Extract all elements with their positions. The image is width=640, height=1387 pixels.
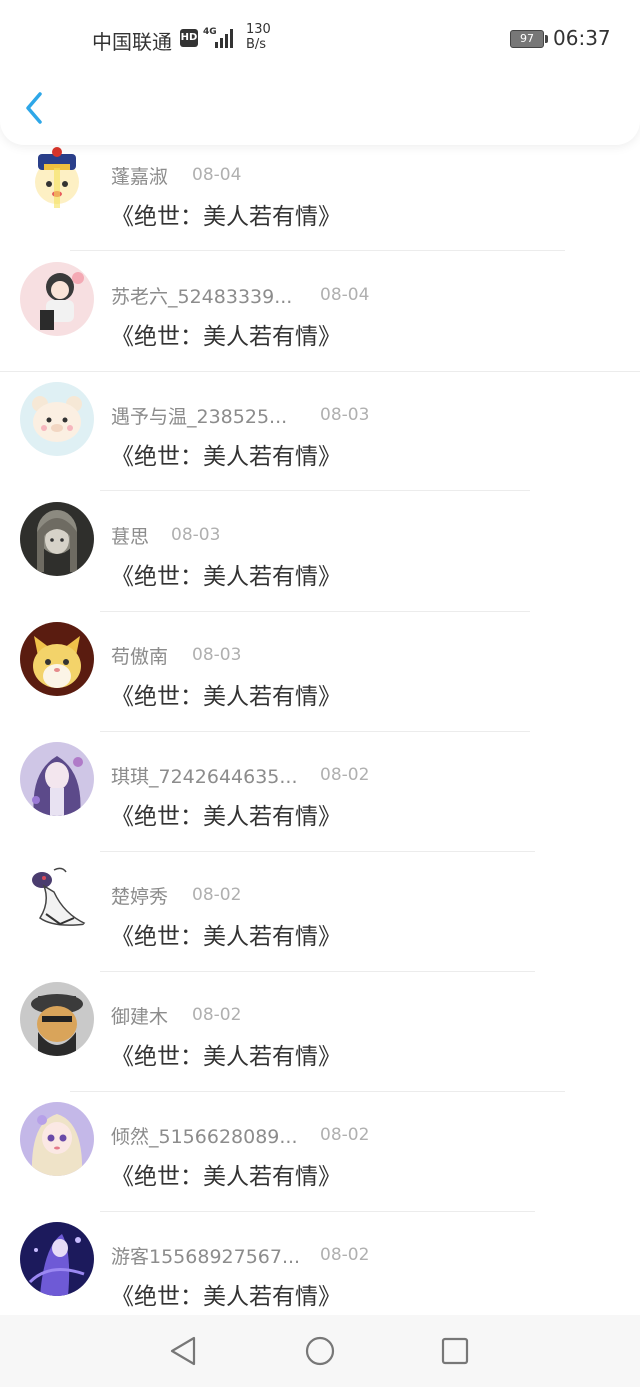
avatar[interactable] bbox=[20, 622, 94, 696]
list-item[interactable]: 葚思 08-03 《绝世：美人若有情》 bbox=[0, 502, 640, 625]
speed-unit: B/s bbox=[246, 37, 267, 52]
avatar[interactable] bbox=[20, 1102, 94, 1176]
avatar-image bbox=[20, 982, 94, 1056]
message-text: 《绝世：美人若有情》 bbox=[111, 324, 341, 350]
avatar-image bbox=[20, 742, 94, 816]
avatar-image bbox=[20, 622, 94, 696]
message-text: 《绝世：美人若有情》 bbox=[111, 1164, 341, 1190]
avatar-image bbox=[20, 502, 94, 576]
message-text: 《绝世：美人若有情》 bbox=[111, 1284, 341, 1310]
username: 遇予与温_238525... bbox=[111, 406, 288, 428]
date: 08-03 bbox=[192, 645, 242, 665]
list-item[interactable]: 遇予与温_238525... 08-03 《绝世：美人若有情》 bbox=[0, 382, 640, 505]
username: 苟傲南 bbox=[111, 646, 169, 668]
carrier-label: 中国联通 bbox=[92, 30, 172, 54]
list-item[interactable]: 楚婷秀 08-02 《绝世：美人若有情》 bbox=[0, 862, 640, 985]
username: 蓬嘉淑 bbox=[111, 166, 169, 188]
date: 08-02 bbox=[320, 1125, 370, 1145]
username: 苏老六_52483339... bbox=[111, 286, 293, 308]
divider bbox=[100, 611, 530, 612]
divider bbox=[70, 1091, 565, 1092]
clock: 06:37 bbox=[553, 26, 611, 50]
avatar-image bbox=[20, 1102, 94, 1176]
speed-value: 130 bbox=[246, 22, 271, 37]
list-item[interactable]: 倾然_5156628089... 08-02 《绝世：美人若有情》 bbox=[0, 1102, 640, 1225]
username: 倾然_5156628089... bbox=[111, 1126, 298, 1148]
square-recents-icon[interactable] bbox=[437, 1333, 473, 1369]
battery-level: 97 bbox=[520, 32, 534, 45]
message-text: 《绝世：美人若有情》 bbox=[111, 204, 341, 230]
comment-list: 蓬嘉淑 08-04 《绝世：美人若有情》 苏老六_52483339... 08-… bbox=[0, 142, 640, 1345]
date: 08-02 bbox=[192, 1005, 242, 1025]
list-item[interactable]: 御建木 08-02 《绝世：美人若有情》 bbox=[0, 982, 640, 1105]
username: 楚婷秀 bbox=[111, 886, 169, 908]
divider bbox=[100, 731, 530, 732]
avatar-image bbox=[20, 1222, 94, 1296]
network-speed: 130 B/s bbox=[246, 22, 271, 52]
divider bbox=[100, 490, 530, 491]
avatar[interactable] bbox=[20, 1222, 94, 1296]
avatar-image bbox=[20, 382, 94, 456]
message-text: 《绝世：美人若有情》 bbox=[111, 444, 341, 470]
network-type-label: 4G bbox=[203, 27, 217, 37]
avatar-image bbox=[20, 142, 94, 216]
avatar[interactable] bbox=[20, 382, 94, 456]
divider bbox=[0, 371, 640, 372]
signal-icon: 4G bbox=[203, 27, 233, 48]
avatar[interactable] bbox=[20, 502, 94, 576]
date: 08-02 bbox=[320, 1245, 370, 1265]
date: 08-02 bbox=[320, 765, 370, 785]
avatar-image bbox=[20, 862, 94, 936]
message-text: 《绝世：美人若有情》 bbox=[111, 684, 341, 710]
avatar[interactable] bbox=[20, 742, 94, 816]
message-text: 《绝世：美人若有情》 bbox=[111, 1044, 341, 1070]
back-button[interactable] bbox=[20, 90, 50, 126]
username: 御建木 bbox=[111, 1006, 169, 1028]
date: 08-03 bbox=[171, 525, 221, 545]
message-text: 《绝世：美人若有情》 bbox=[111, 924, 341, 950]
status-bar: 中国联通 HD 4G 130 B/s 97 06:37 bbox=[0, 22, 640, 58]
divider bbox=[100, 851, 535, 852]
divider bbox=[100, 971, 535, 972]
message-text: 《绝世：美人若有情》 bbox=[111, 804, 341, 830]
list-item[interactable]: 苏老六_52483339... 08-04 《绝世：美人若有情》 bbox=[0, 262, 640, 385]
system-nav-bar bbox=[0, 1315, 640, 1387]
avatar-image bbox=[20, 262, 94, 336]
list-item[interactable]: 苟傲南 08-03 《绝世：美人若有情》 bbox=[0, 622, 640, 745]
divider bbox=[100, 1211, 535, 1212]
circle-home-icon[interactable] bbox=[302, 1333, 338, 1369]
divider bbox=[70, 250, 565, 251]
triangle-back-icon[interactable] bbox=[166, 1333, 202, 1369]
date: 08-04 bbox=[192, 165, 242, 185]
username: 游客15568927567... bbox=[111, 1246, 301, 1268]
list-item[interactable]: 蓬嘉淑 08-04 《绝世：美人若有情》 bbox=[0, 142, 640, 265]
battery-tip bbox=[545, 35, 548, 43]
avatar[interactable] bbox=[20, 982, 94, 1056]
hd-badge: HD bbox=[180, 29, 198, 47]
chevron-left-icon bbox=[26, 92, 42, 124]
avatar[interactable] bbox=[20, 862, 94, 936]
list-item[interactable]: 琪琪_7242644635... 08-02 《绝世：美人若有情》 bbox=[0, 742, 640, 865]
date: 08-02 bbox=[192, 885, 242, 905]
date: 08-03 bbox=[320, 405, 370, 425]
battery-icon: 97 bbox=[510, 30, 544, 48]
avatar[interactable] bbox=[20, 262, 94, 336]
username: 琪琪_7242644635... bbox=[111, 766, 298, 788]
message-text: 《绝世：美人若有情》 bbox=[111, 564, 341, 590]
date: 08-04 bbox=[320, 285, 370, 305]
username: 葚思 bbox=[111, 526, 150, 548]
header: 中国联通 HD 4G 130 B/s 97 06:37 bbox=[0, 0, 640, 145]
avatar[interactable] bbox=[20, 142, 94, 216]
